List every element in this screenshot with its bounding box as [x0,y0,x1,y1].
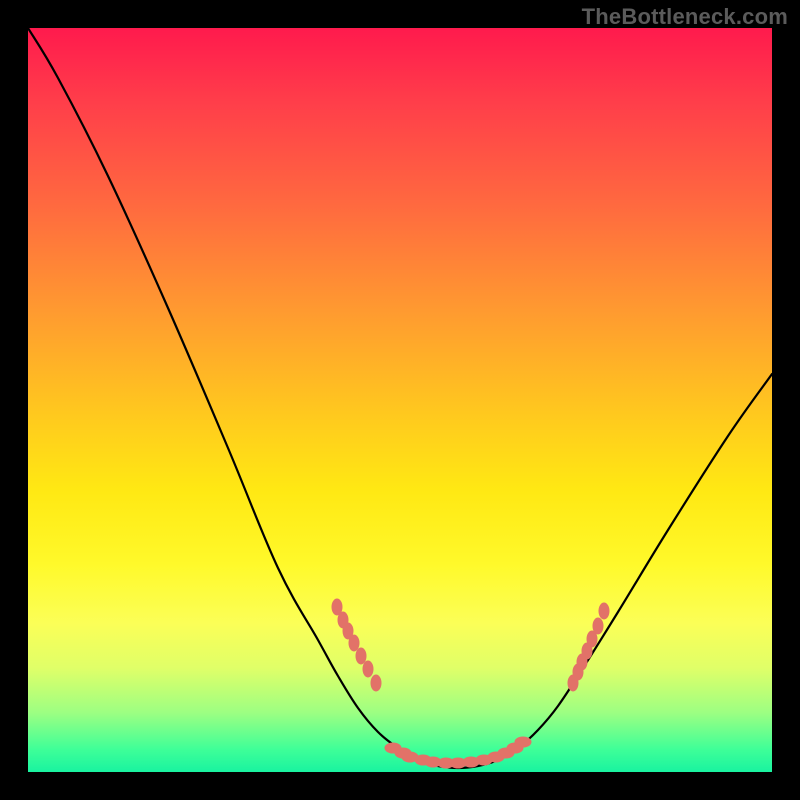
marker-dot [371,675,381,691]
marker-dot [515,737,531,747]
watermark-text: TheBottleneck.com [582,4,788,30]
marker-dot [349,635,359,651]
marker-dot [363,661,373,677]
marker-dot [593,618,603,634]
chart-svg [28,28,772,772]
marker-dot [599,603,609,619]
bottleneck-curve [28,28,772,768]
marker-group-right [568,603,609,691]
marker-group-bottom [385,737,531,768]
marker-dot [356,648,366,664]
plot-area [28,28,772,772]
